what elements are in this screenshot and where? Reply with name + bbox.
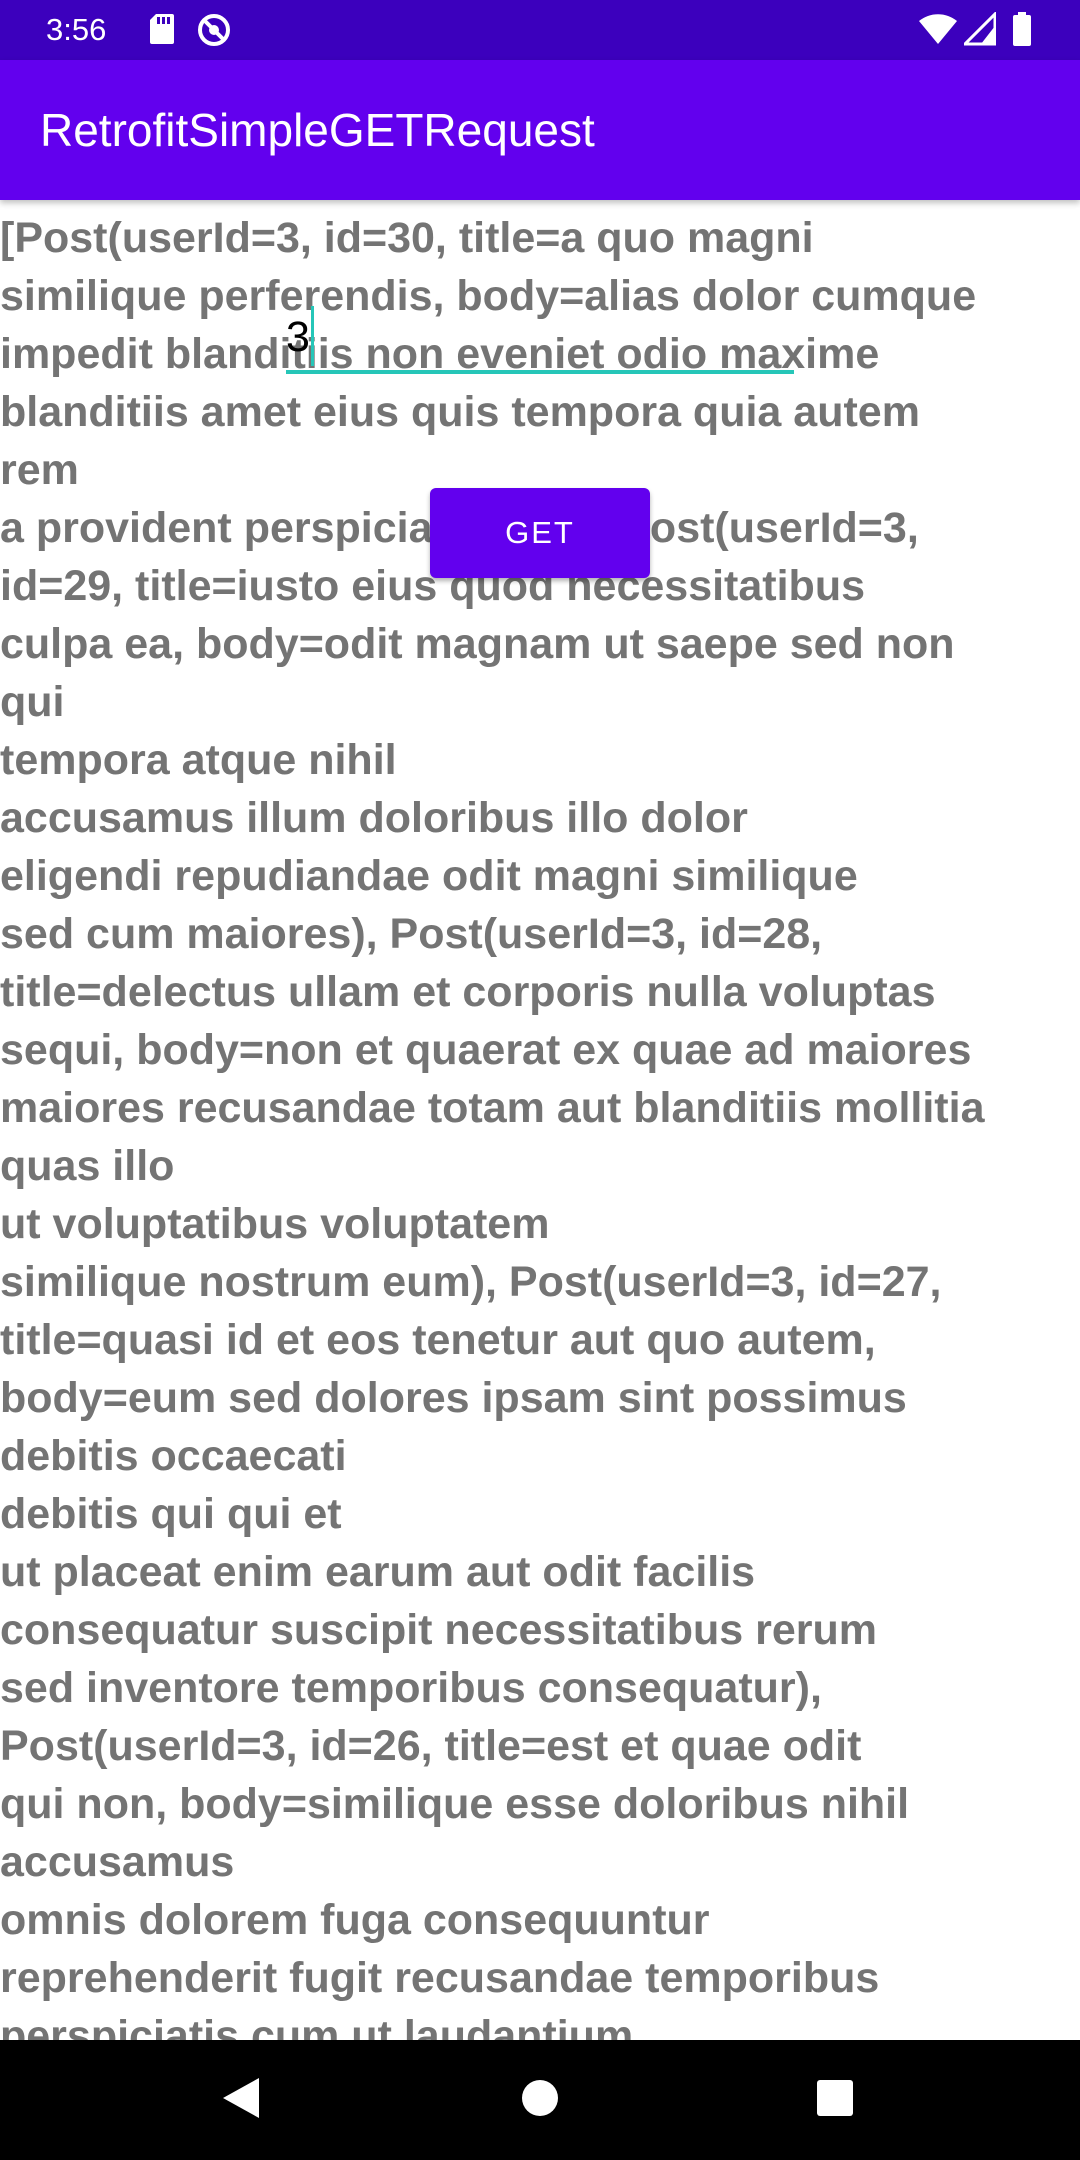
app-title: RetrofitSimpleGETRequest: [40, 104, 595, 156]
recents-button[interactable]: [775, 2040, 895, 2160]
status-time: 3:56: [46, 12, 107, 47]
sd-card-icon: [148, 12, 176, 51]
back-icon: [221, 2076, 261, 2125]
home-button[interactable]: [480, 2040, 600, 2160]
back-button[interactable]: [181, 2040, 301, 2160]
battery-icon: [1012, 12, 1032, 51]
user-id-input[interactable]: [286, 304, 794, 374]
home-icon: [521, 2079, 559, 2122]
signal-icon: [961, 10, 997, 51]
app-bar: RetrofitSimpleGETRequest: [0, 60, 1080, 200]
recents-icon: [816, 2079, 854, 2122]
no-disturb-icon: [196, 12, 232, 53]
text-cursor: [311, 306, 314, 366]
response-text: [Post(userId=3, id=30, title=a quo magni…: [0, 214, 985, 2040]
content-area[interactable]: [Post(userId=3, id=30, title=a quo magni…: [0, 200, 1080, 2040]
navigation-bar: [0, 2040, 1080, 2160]
get-button[interactable]: GET: [430, 488, 650, 578]
status-bar: 3:56: [0, 0, 1080, 60]
wifi-icon: [918, 12, 958, 51]
